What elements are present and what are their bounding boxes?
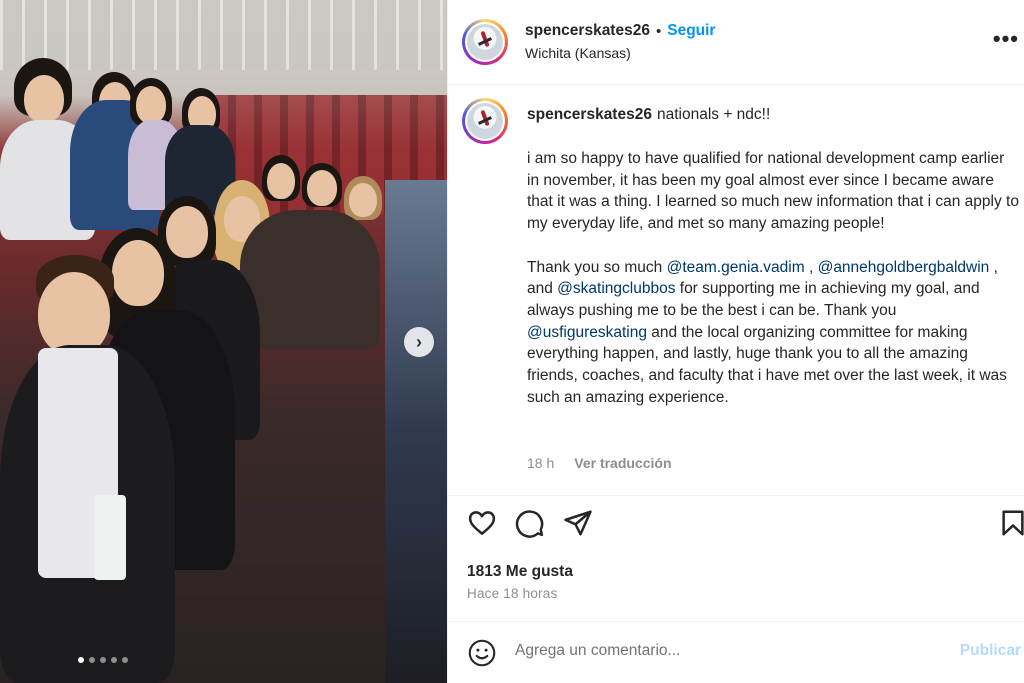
person-face — [38, 272, 110, 356]
caption-text: Thank you so much — [527, 258, 667, 276]
caption-meta: 18 h Ver traducción — [527, 455, 672, 471]
comment-bar: Publicar — [448, 621, 1024, 683]
post-time: 18 h — [527, 455, 555, 471]
person-body — [240, 210, 380, 350]
rink-glass — [385, 180, 447, 683]
lanyard-badge — [94, 495, 126, 580]
username-link[interactable]: spencerskates26 — [525, 22, 650, 40]
person-face — [307, 170, 337, 206]
person-face — [136, 86, 166, 124]
person-face — [166, 206, 208, 258]
avatar[interactable] — [462, 19, 508, 65]
carousel-dot — [100, 657, 106, 663]
caption-area: spencerskates26 nationals + ndc!! i am so… — [448, 86, 1024, 496]
carousel-dots — [78, 657, 128, 663]
post-timestamp: Hace 18 horas — [467, 586, 558, 601]
carousel-dot — [111, 657, 117, 663]
comment-icon[interactable] — [515, 508, 545, 538]
caption-username-link[interactable]: spencerskates26 — [527, 106, 652, 123]
follow-button[interactable]: Seguir — [667, 22, 715, 40]
caption-text: , — [804, 258, 818, 276]
caption-title-text: nationals + ndc!! — [656, 106, 771, 123]
avatar[interactable] — [462, 98, 508, 144]
caption-title: spencerskates26 nationals + ndc!! — [527, 106, 770, 124]
post-photo[interactable]: › — [0, 0, 447, 683]
caption-paragraph: Thank you so much @team.genia.vadim , @a… — [527, 257, 1019, 409]
mention-link[interactable]: @annehgoldbergbaldwin — [818, 259, 990, 276]
caption-paragraph: i am so happy to have qualified for nati… — [527, 150, 1019, 233]
post-header: spencerskates26 • Seguir Wichita (Kansas… — [448, 0, 1024, 85]
person-face — [267, 163, 295, 199]
chevron-right-icon: › — [416, 331, 422, 352]
publish-button[interactable]: Publicar — [960, 642, 1021, 660]
carousel-dot — [78, 657, 84, 663]
post-side-panel: spencerskates26 • Seguir Wichita (Kansas… — [447, 0, 1024, 683]
person-face — [112, 240, 164, 306]
header-user: spencerskates26 • Seguir — [525, 22, 715, 40]
translate-button[interactable]: Ver traducción — [574, 455, 671, 471]
person-face — [349, 183, 377, 217]
more-options-icon[interactable]: ••• — [993, 26, 1019, 52]
location-link[interactable]: Wichita (Kansas) — [525, 45, 631, 61]
carousel-dot — [122, 657, 128, 663]
caption-body: i am so happy to have qualified for nati… — [527, 148, 1019, 430]
separator: • — [655, 22, 662, 40]
bookmark-icon[interactable] — [998, 508, 1024, 538]
mention-link[interactable]: @team.genia.vadim — [667, 259, 805, 276]
heart-icon[interactable] — [467, 508, 497, 538]
paper-plane-icon[interactable] — [563, 508, 593, 538]
person-face — [24, 75, 64, 123]
mention-link[interactable]: @skatingclubbos — [557, 280, 675, 297]
like-count[interactable]: 1813 Me gusta — [467, 563, 573, 581]
action-bar — [448, 508, 1024, 548]
mention-link[interactable]: @usfigureskating — [527, 324, 647, 341]
arena-railing — [0, 0, 447, 70]
carousel-dot — [89, 657, 95, 663]
next-slide-button[interactable]: › — [404, 327, 434, 357]
comment-input[interactable] — [515, 642, 935, 660]
smiley-icon[interactable] — [468, 639, 496, 667]
